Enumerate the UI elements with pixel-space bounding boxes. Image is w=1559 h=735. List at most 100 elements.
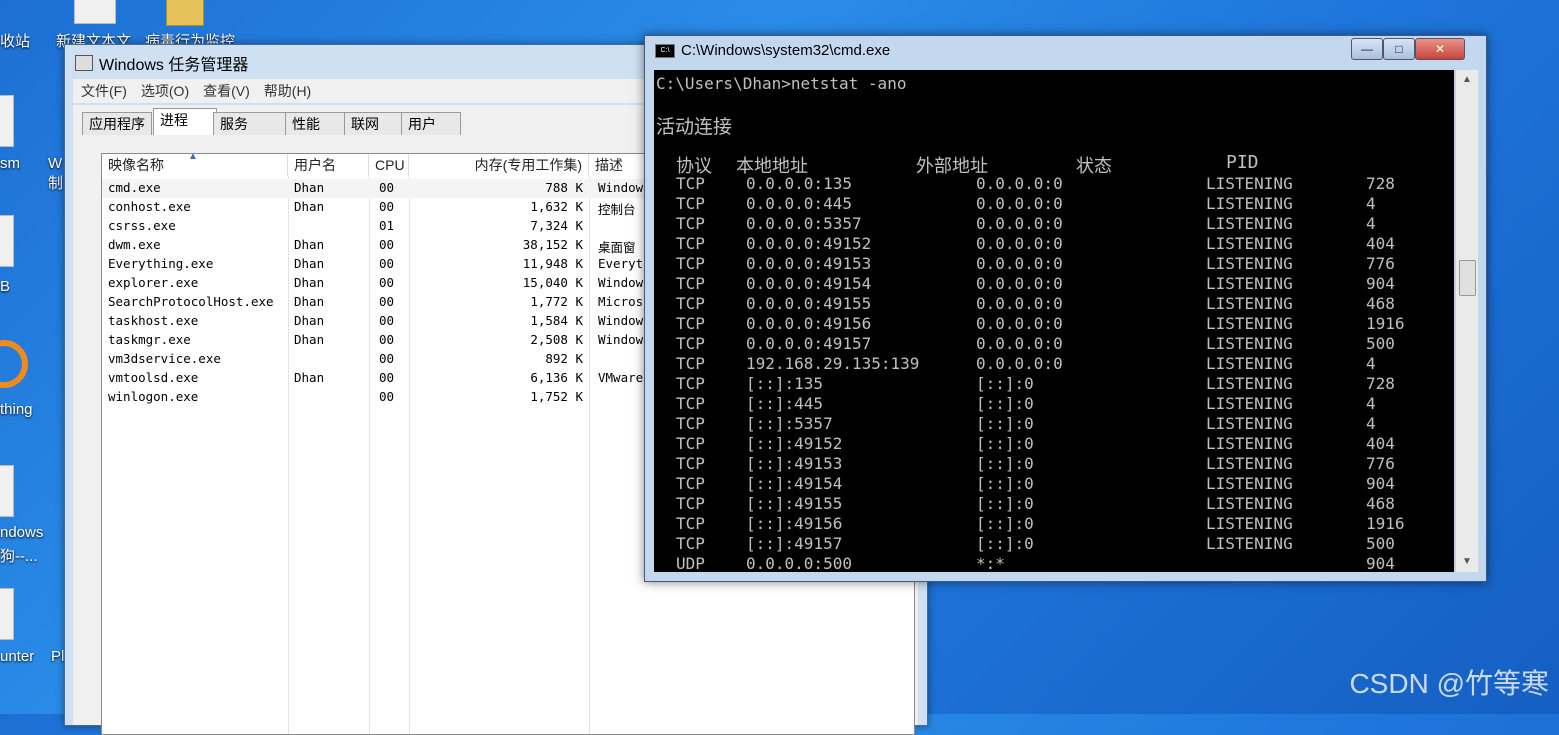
connection-local: [::]:135 [746,374,824,393]
process-user: Dhan [294,199,325,214]
connection-state: LISTENING [1206,314,1293,333]
process-cpu: 00 [379,389,395,404]
connection-pid: 728 [1366,374,1395,393]
desktop-icon-b[interactable]: B [0,278,10,295]
connection-state: LISTENING [1206,514,1293,533]
connection-local: 0.0.0.0:5357 [746,214,862,233]
connection-local: [::]:49152 [746,434,843,453]
menu-options[interactable]: 选项(O) [141,81,189,101]
process-user: Dhan [294,180,325,195]
desktop-icon-pl[interactable]: Pl [51,648,64,665]
maximize-button[interactable]: □ [1383,38,1415,60]
column-header-user[interactable]: 用户名 [288,154,369,176]
close-button[interactable]: ✕ [1415,38,1465,60]
connection-foreign: [::]:0 [976,494,1034,513]
connection-foreign: 0.0.0.0:0 [976,194,1063,213]
process-description: Window [598,180,644,195]
connection-pid: 404 [1366,434,1395,453]
desktop-icon-everything[interactable]: thing [0,401,33,418]
process-memory: 2,508 K [530,332,583,347]
desktop-icon-unter[interactable]: unter [0,648,34,665]
connection-local: 0.0.0.0:49157 [746,334,872,353]
column-header-image-name[interactable]: 映像名称 ▲ [102,151,288,176]
connection-foreign: 0.0.0.0:0 [976,254,1063,273]
tab-performance[interactable]: 性能 [285,112,347,135]
console-output[interactable]: C:\Users\Dhan>netstat -ano 活动连接 协议 本地地址 … [654,70,1454,572]
process-cpu: 00 [379,313,395,328]
connection-proto: TCP [676,534,705,553]
connection-pid: 4 [1366,194,1376,213]
connection-proto: TCP [676,474,705,493]
connection-pid: 1916 [1366,514,1405,533]
connection-proto: TCP [676,374,705,393]
tab-networking[interactable]: 联网 [344,112,404,135]
connection-foreign: 0.0.0.0:0 [976,174,1063,193]
connection-foreign: [::]:0 [976,474,1034,493]
connection-proto: TCP [676,414,705,433]
desktop-icon-recycle[interactable]: 收站 [0,30,30,51]
connection-proto: TCP [676,514,705,533]
process-name: vmtoolsd.exe [108,370,199,385]
desktop-icon-w[interactable]: W制 [48,155,63,193]
tab-applications[interactable]: 应用程序 [82,112,152,135]
process-description: 控制台 [598,202,636,217]
column-header-cpu[interactable]: CPU [369,154,409,176]
connection-state: LISTENING [1206,354,1293,373]
scroll-down-icon[interactable]: ▼ [1457,554,1477,570]
minimize-button[interactable]: — [1351,38,1383,60]
connection-proto: TCP [676,494,705,513]
desktop-icon-dog[interactable]: 狗--... [0,545,38,566]
column-header-memory[interactable]: 内存(专用工作集) [409,154,589,176]
process-user: Dhan [294,313,325,328]
connection-state: LISTENING [1206,534,1293,553]
process-name: Everything.exe [108,256,214,271]
process-name: taskhost.exe [108,313,199,328]
connection-state: LISTENING [1206,434,1293,453]
desktop-icon-sm[interactable]: sm [0,155,20,172]
process-name: explorer.exe [108,275,199,290]
cmd-icon: C:\ [655,43,675,58]
console-scrollbar[interactable]: ▲ ▼ [1455,70,1478,572]
menu-help[interactable]: 帮助(H) [264,81,311,101]
process-memory: 1,584 K [530,313,583,328]
scroll-up-icon[interactable]: ▲ [1457,72,1477,88]
process-description: Window [598,313,644,328]
menu-view[interactable]: 查看(V) [203,81,250,101]
connection-local: 192.168.29.135:139 [746,354,920,373]
console-col-state: 状态 [1076,156,1112,177]
connection-proto: TCP [676,274,705,293]
task-manager-titlebar[interactable]: Windows 任务管理器 [75,51,615,75]
process-name: dwm.exe [108,237,161,252]
cmd-titlebar[interactable]: C:\ C:\Windows\system32\cmd.exe [655,42,890,59]
connection-local: 0.0.0.0:49156 [746,314,872,333]
connection-local: [::]:49153 [746,454,843,473]
connection-pid: 4 [1366,354,1376,373]
process-memory: 1,772 K [530,294,583,309]
desktop-icon-windows[interactable]: ndows [0,524,43,541]
tab-users[interactable]: 用户 [401,112,461,135]
connection-foreign: 0.0.0.0:0 [976,294,1063,313]
connection-proto: TCP [676,314,705,333]
connection-state: LISTENING [1206,254,1293,273]
process-user: Dhan [294,256,325,271]
process-cpu: 00 [379,256,395,271]
process-name: vm3dservice.exe [108,351,221,366]
connection-local: [::]:445 [746,394,824,413]
connection-foreign: 0.0.0.0:0 [976,334,1063,353]
menu-file[interactable]: 文件(F) [81,81,127,101]
connection-local: 0.0.0.0:49153 [746,254,872,273]
connection-pid: 4 [1366,214,1376,233]
connection-state: LISTENING [1206,494,1293,513]
connection-pid: 904 [1366,554,1395,572]
process-name: winlogon.exe [108,389,199,404]
scroll-thumb[interactable] [1459,260,1476,296]
connection-foreign: [::]:0 [976,414,1034,433]
connection-state: LISTENING [1206,174,1293,193]
process-name: csrss.exe [108,218,176,233]
cmd-title: C:\Windows\system32\cmd.exe [681,42,891,59]
tab-services[interactable]: 服务 [213,112,287,135]
process-description: VMware [598,370,644,385]
task-manager-title: Windows 任务管理器 [99,57,249,74]
tab-processes[interactable]: 进程 [153,108,217,136]
process-cpu: 00 [379,351,395,366]
